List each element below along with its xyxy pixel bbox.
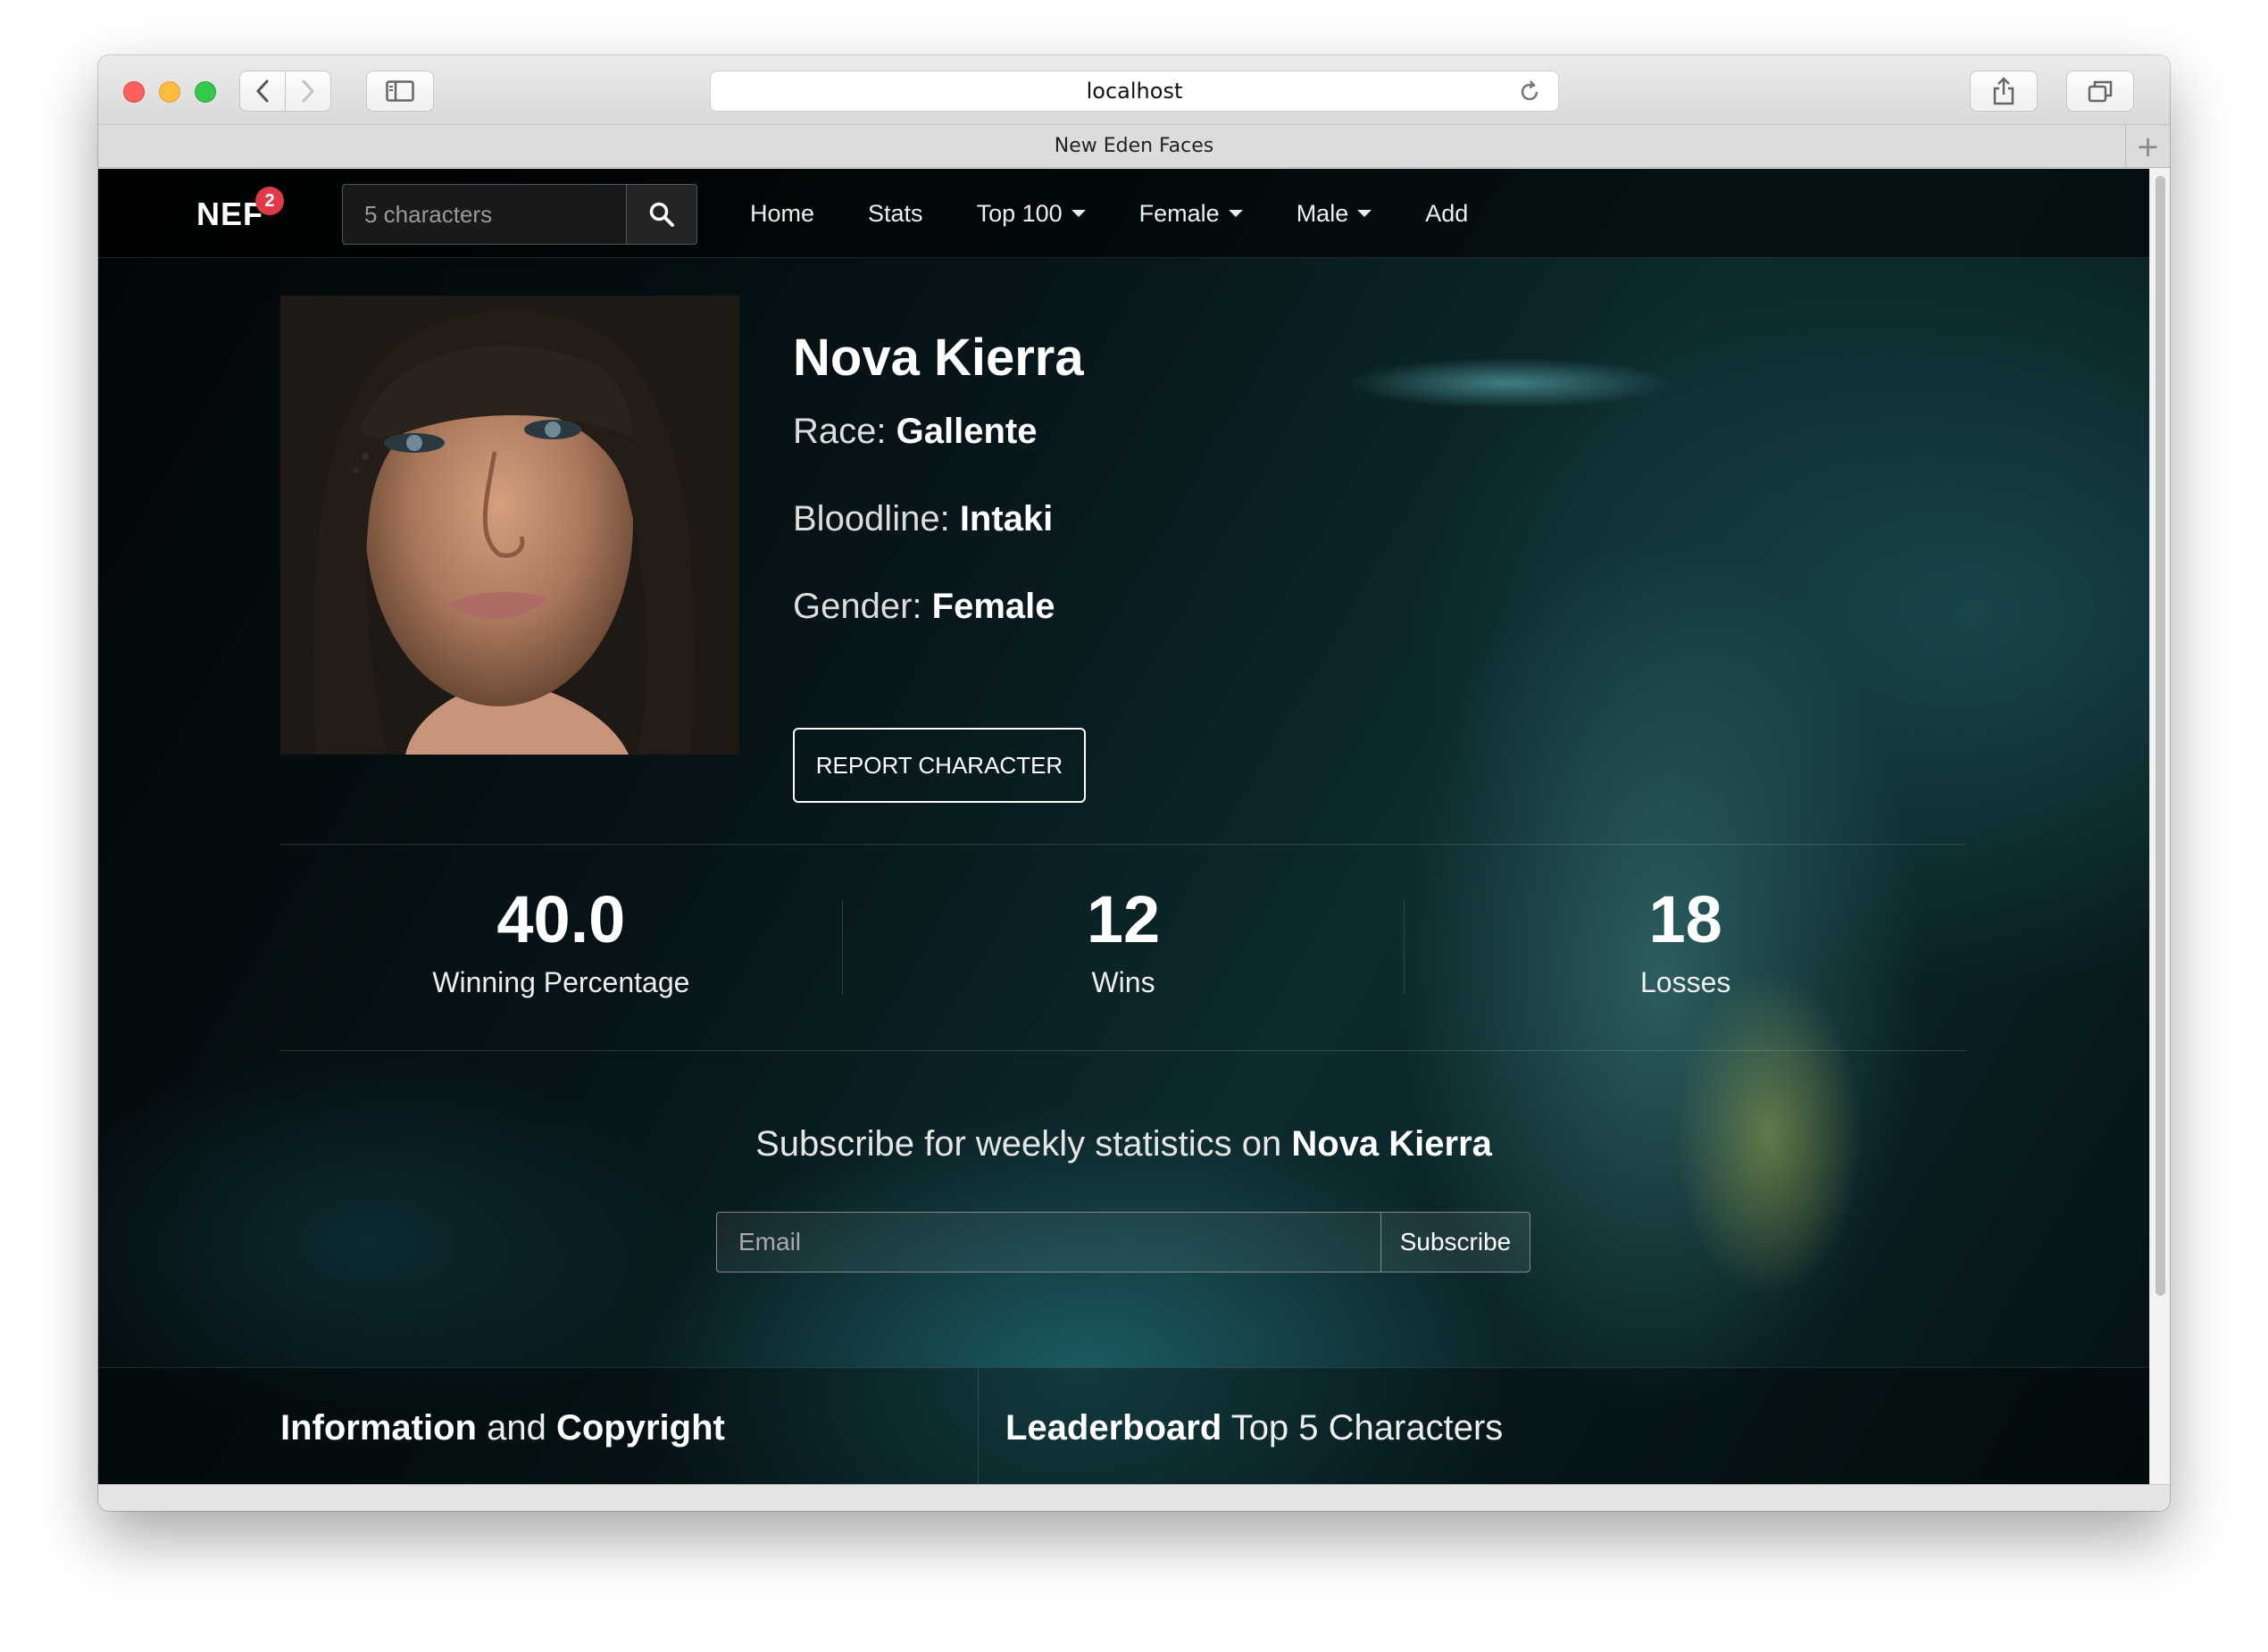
footer-leaderboard-bold: Leaderboard [1005, 1408, 1222, 1448]
footer-leaderboard-rest: Top 5 Characters [1230, 1408, 1504, 1448]
stat-label: Losses [1639, 966, 1731, 998]
search-icon [649, 202, 674, 227]
address-bar[interactable]: localhost [710, 71, 1559, 112]
page-viewport: NEF 2 Home Stats Top 100 Female Male Add [98, 169, 2149, 1484]
nav-stats-label: Stats [868, 199, 923, 227]
report-character-button[interactable]: REPORT CHARACTER [793, 728, 1086, 803]
footer-info-mid: and [487, 1408, 546, 1448]
address-text: localhost [1086, 79, 1183, 104]
character-portrait [280, 296, 739, 755]
race-row: Race: Gallente [793, 412, 1037, 452]
nav-stats[interactable]: Stats [868, 200, 923, 228]
chevron-left-icon [255, 79, 269, 103]
subscribe-heading-text: Subscribe for weekly statistics on [755, 1124, 1282, 1164]
divider [978, 1368, 979, 1484]
maximize-window-button[interactable] [195, 81, 216, 103]
stat-label: Winning Percentage [432, 966, 690, 998]
caret-down-icon [1228, 210, 1243, 217]
share-icon [1993, 77, 2014, 105]
nav-male-label: Male [1296, 199, 1349, 227]
nav-links: Home Stats Top 100 Female Male Add [750, 169, 1522, 258]
footer: Information and Copyright Leaderboard To… [98, 1367, 2149, 1484]
plus-icon[interactable]: + [2125, 125, 2170, 168]
nav-female-label: Female [1138, 199, 1220, 227]
bloodline-row: Bloodline: Intaki [793, 499, 1053, 539]
search-button[interactable] [626, 184, 697, 245]
subscribe-heading: Subscribe for weekly statistics on Nova … [98, 1124, 2149, 1164]
reload-icon[interactable] [1517, 79, 1542, 104]
navbar: NEF 2 Home Stats Top 100 Female Male Add [98, 169, 2149, 258]
email-input[interactable] [716, 1212, 1380, 1272]
browser-window: localhost New Eden Faces + NEF 2 Home St… [98, 55, 2170, 1511]
share-button[interactable] [1970, 71, 2038, 112]
brand-logo[interactable]: NEF [196, 196, 263, 233]
footer-leaderboard-heading: Leaderboard Top 5 Characters [1005, 1408, 1503, 1448]
character-search-input[interactable] [342, 184, 626, 245]
nav-top100-dropdown[interactable]: Top 100 [977, 200, 1086, 228]
stat-label: Wins [1091, 966, 1155, 998]
nav-home-label: Home [750, 199, 815, 227]
vertical-scrollbar[interactable] [2149, 169, 2170, 1484]
tab-bar: New Eden Faces + [98, 125, 2170, 168]
stat-value: 12 [1086, 882, 1161, 956]
stat-value: 40.0 [496, 882, 626, 956]
sidebar-toggle-button[interactable] [366, 71, 434, 112]
nav-add-label: Add [1425, 199, 1469, 227]
nav-top100-label: Top 100 [976, 199, 1063, 227]
bloodline-label: Bloodline: [793, 499, 950, 538]
scrollbar-thumb[interactable] [2155, 176, 2165, 1296]
notification-badge: 2 [255, 187, 284, 215]
footer-copyright-bold: Copyright [555, 1408, 725, 1448]
stat-value: 18 [1648, 882, 1722, 956]
tabs-icon [2088, 80, 2113, 103]
stat-wins: 12 Wins [843, 845, 1405, 1050]
back-button[interactable] [239, 71, 286, 112]
stats-panel: 40.0 Winning Percentage 12 Wins 18 Losse… [280, 844, 1966, 1051]
bloodline-value: Intaki [959, 499, 1054, 538]
close-window-button[interactable] [123, 81, 145, 103]
tab-title[interactable]: New Eden Faces [1055, 135, 1214, 157]
character-name: Nova Kierra [793, 329, 1084, 387]
subscribe-heading-name: Nova Kierra [1291, 1124, 1492, 1164]
caret-down-icon [1071, 210, 1086, 217]
race-label: Race: [793, 412, 887, 451]
stat-winning-percentage: 40.0 Winning Percentage [280, 845, 842, 1050]
show-tabs-button[interactable] [2066, 71, 2134, 112]
subscribe-button[interactable]: Subscribe [1380, 1212, 1530, 1272]
gender-row: Gender: Female [793, 587, 1055, 627]
gender-label: Gender: [793, 587, 922, 626]
gender-value: Female [931, 587, 1055, 626]
nav-home[interactable]: Home [750, 200, 814, 228]
race-value: Gallente [896, 412, 1038, 451]
nav-female-dropdown[interactable]: Female [1139, 200, 1243, 228]
forward-button[interactable] [285, 71, 331, 112]
portrait-image [280, 296, 739, 755]
sidebar-icon [386, 80, 414, 102]
nav-add[interactable]: Add [1425, 200, 1468, 228]
caret-down-icon [1357, 210, 1372, 217]
nav-male-dropdown[interactable]: Male [1297, 200, 1372, 228]
footer-info-heading: Information and Copyright [280, 1408, 725, 1448]
title-bar: localhost [98, 55, 2170, 125]
stat-losses: 18 Losses [1405, 845, 1966, 1050]
chevron-right-icon [302, 79, 315, 103]
window-bottom-edge [98, 1484, 2170, 1511]
minimize-window-button[interactable] [159, 81, 180, 103]
footer-info-bold: Information [280, 1408, 477, 1448]
